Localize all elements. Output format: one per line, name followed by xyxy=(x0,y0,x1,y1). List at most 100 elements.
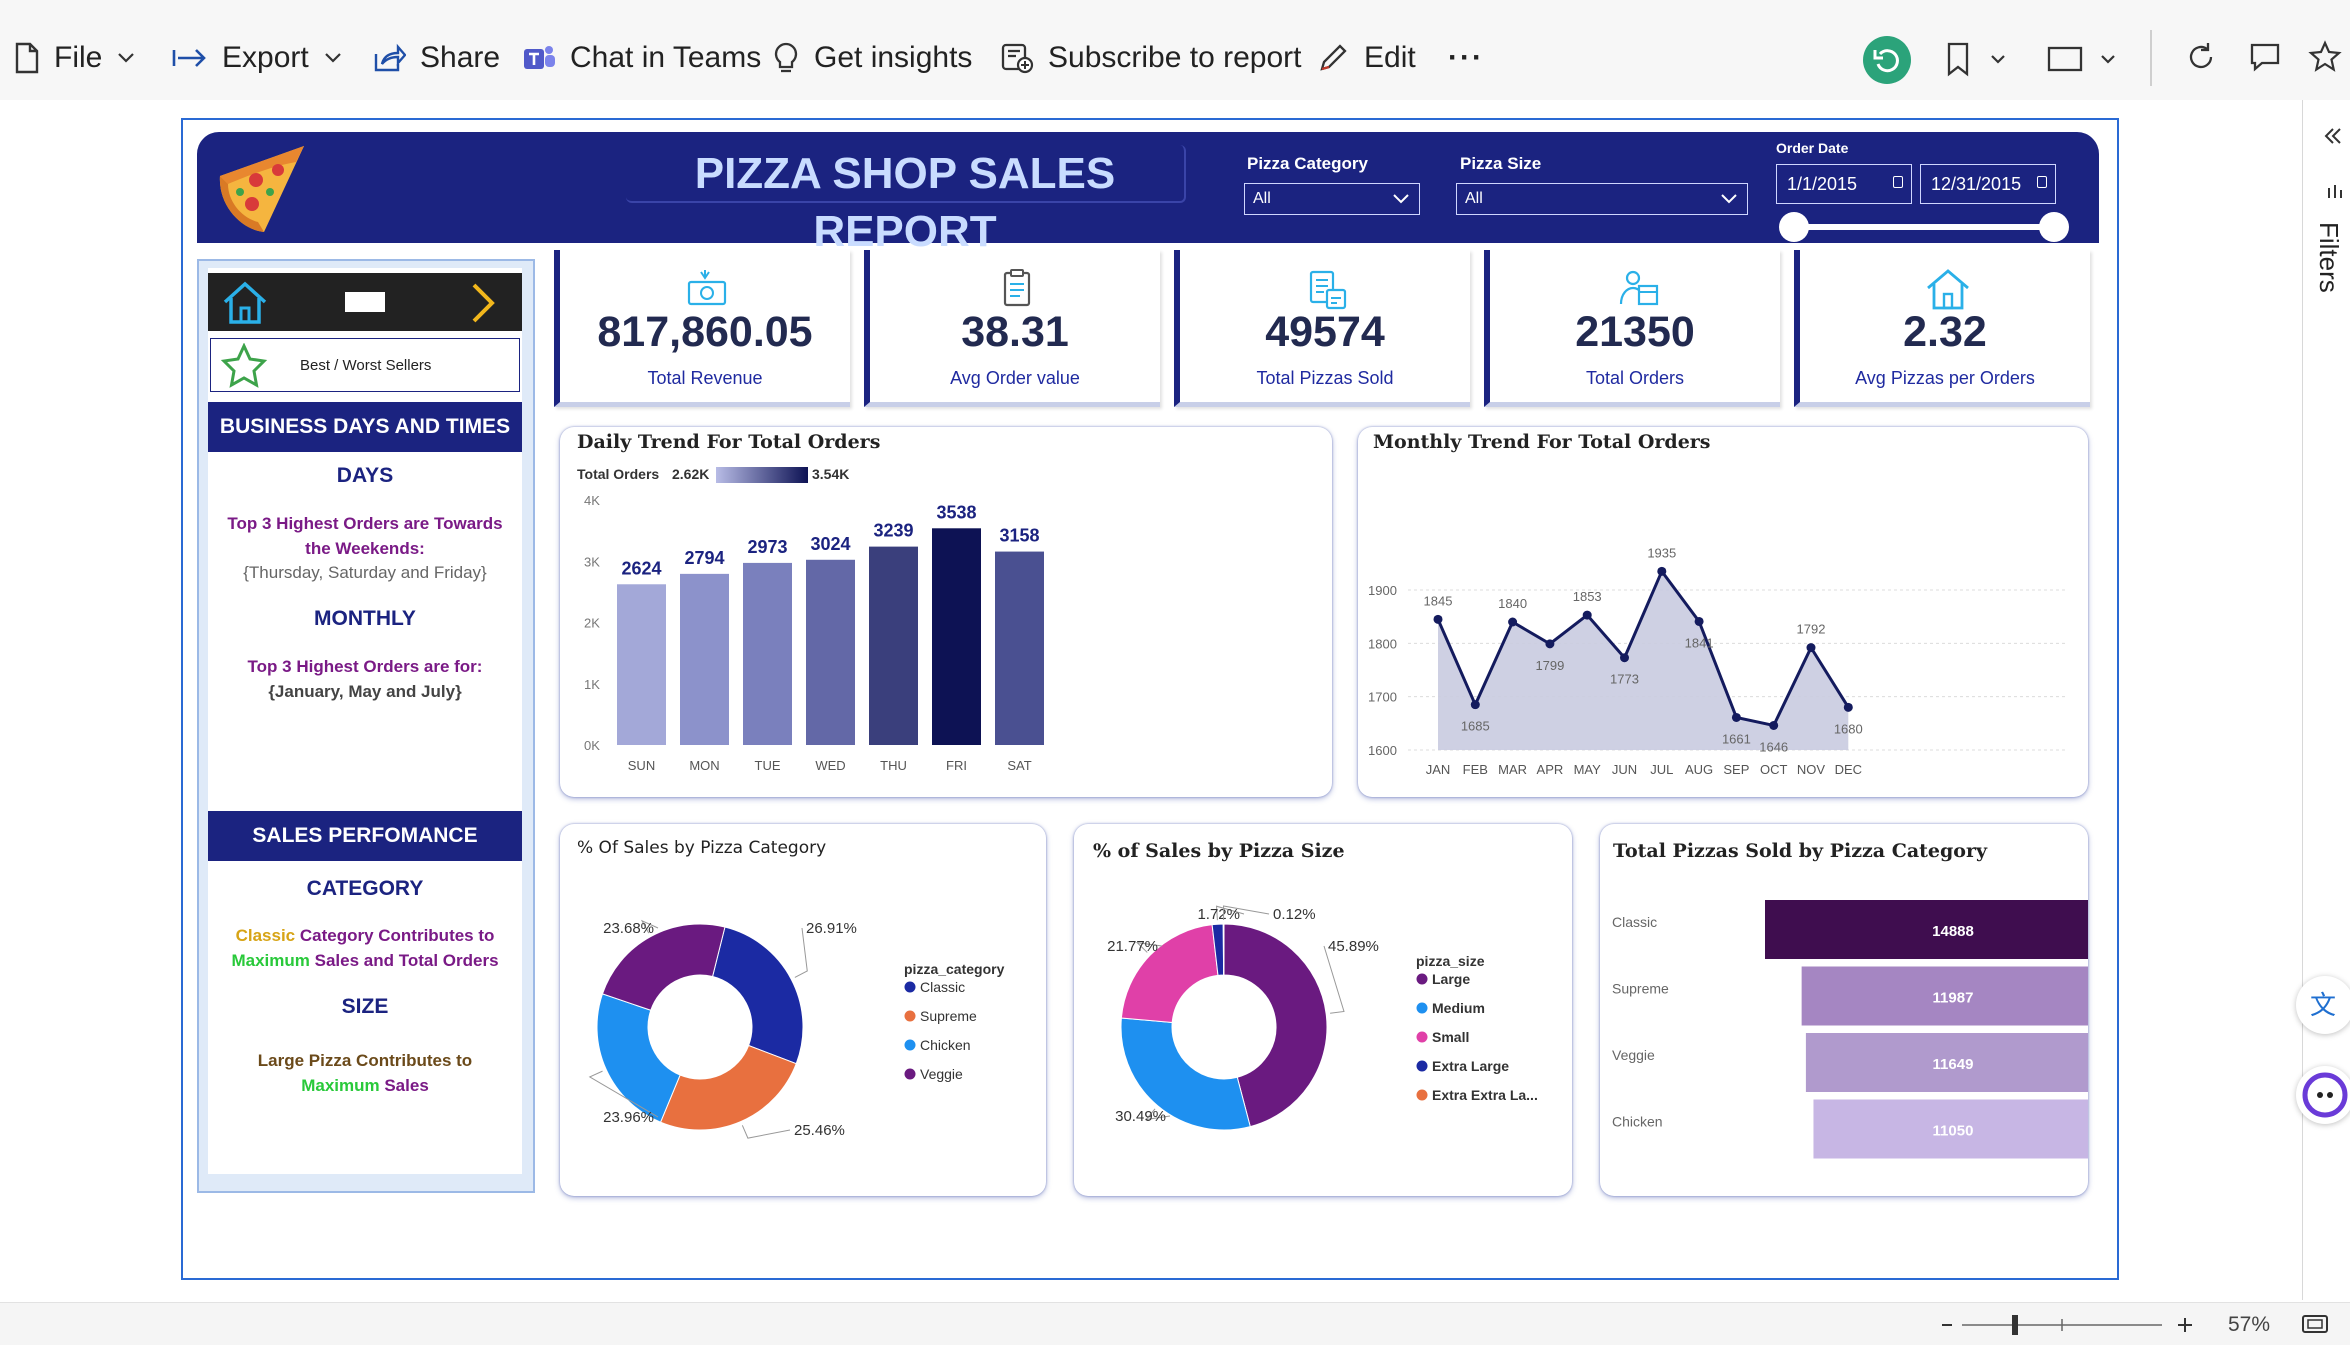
edit-label: Edit xyxy=(1364,41,1416,74)
y-tick-label: 1K xyxy=(584,677,600,692)
data-label: 3538 xyxy=(936,502,976,522)
legend-item: Small xyxy=(1432,1029,1469,1045)
translate-button[interactable]: 文 xyxy=(2296,976,2350,1034)
subscribe-icon xyxy=(1001,43,1034,74)
leader-line xyxy=(741,1125,791,1139)
data-label: 23.96% xyxy=(603,1109,654,1126)
date-end-input[interactable]: 12/31/2015 xyxy=(1920,164,2056,204)
y-tick-label: 3K xyxy=(584,554,600,569)
data-point xyxy=(1806,643,1816,653)
date-start-input[interactable]: 1/1/2015 xyxy=(1776,164,1912,204)
pizza-category-filter-label: Pizza Category xyxy=(1247,154,1368,173)
date-start-value: 1/1/2015 xyxy=(1787,174,1858,194)
chevron-down-icon xyxy=(324,53,341,63)
sales-by-category-donut: 26.91% 25.46% 23.96% 23.68% pizza_category Cl… xyxy=(588,919,1005,1139)
pizza-category-value: All xyxy=(1253,190,1271,207)
comment-button[interactable] xyxy=(2248,40,2282,79)
clipboard-icon xyxy=(1003,269,1031,307)
view-menu[interactable] xyxy=(2046,40,2122,80)
data-label: 1799 xyxy=(1535,658,1564,673)
x-tick-label: MAR xyxy=(1498,762,1527,777)
date-range-slider[interactable] xyxy=(1794,224,2054,230)
pencil-icon xyxy=(1320,44,1347,71)
export-label: Export xyxy=(222,41,309,74)
calendar-icon xyxy=(2037,176,2047,188)
data-label: 26.91% xyxy=(806,920,857,937)
edit-button[interactable]: Edit xyxy=(1316,38,1416,78)
data-label: 21.77% xyxy=(1107,938,1158,955)
file-menu[interactable]: File xyxy=(14,38,150,78)
category-text1: Category Contributes to xyxy=(295,926,495,945)
slider-start-handle[interactable] xyxy=(1779,212,1809,242)
x-tick-label: SEP xyxy=(1723,762,1749,777)
data-label: 1840 xyxy=(1498,596,1527,611)
next-page-icon[interactable] xyxy=(466,280,500,326)
pizza-size-dropdown[interactable]: All xyxy=(1456,183,1748,215)
bar xyxy=(680,573,729,745)
favorite-button[interactable] xyxy=(2308,40,2342,79)
translate-icon: 文 xyxy=(2310,991,2336,1021)
leader-line xyxy=(1323,945,1345,1014)
slider-end-handle[interactable] xyxy=(2039,212,2069,242)
days-insight-line3: {Thursday, Saturday and Friday} xyxy=(243,563,487,582)
x-tick-label: MON xyxy=(689,758,719,773)
star-icon xyxy=(2308,40,2342,72)
data-label: 30.49% xyxy=(1115,1108,1166,1125)
export-menu[interactable]: Export xyxy=(172,38,357,78)
file-label: File xyxy=(54,41,103,74)
pizza-category-dropdown[interactable]: All xyxy=(1244,183,1420,215)
export-icon xyxy=(172,49,206,67)
kpi-card-avg-order-value: 38.31 Avg Order value xyxy=(864,250,1160,407)
delivery-icon xyxy=(1619,270,1659,306)
fit-to-page-icon[interactable] xyxy=(2300,1312,2330,1336)
legend-marker xyxy=(1416,973,1428,985)
data-point xyxy=(1620,653,1629,663)
subscribe-label: Subscribe to report xyxy=(1048,41,1302,74)
subscribe-button[interactable]: Subscribe to report xyxy=(1000,38,1301,78)
get-insights-button[interactable]: Get insights xyxy=(772,38,972,78)
x-tick-label: AUG xyxy=(1685,762,1713,777)
legend-item: Large xyxy=(1432,971,1470,987)
pizza-logo-icon xyxy=(219,146,304,232)
assistant-icon xyxy=(2302,1072,2348,1118)
bar xyxy=(995,551,1044,745)
home-icon xyxy=(1927,269,1969,310)
x-tick-label: SUN xyxy=(628,758,655,773)
kpi-card-avg-pizzas-per-order: 2.32 Avg Pizzas per Orders xyxy=(1794,250,2090,407)
business-days-heading: BUSINESS DAYS AND TIMES xyxy=(208,402,522,452)
kpi-label: Total Pizzas Sold xyxy=(1256,368,1394,388)
legend-marker xyxy=(1416,1060,1428,1072)
share-button[interactable]: Share xyxy=(372,38,500,78)
category-label: Supreme xyxy=(1612,981,1669,997)
more-options-button[interactable]: ··· xyxy=(1448,38,1484,78)
reset-button[interactable] xyxy=(1863,36,1911,84)
category-insight-line2: Maximum Sales and Total Orders xyxy=(208,948,522,973)
monthly-insight-line2: {January, May and July} xyxy=(268,682,462,701)
x-tick-label: TUE xyxy=(755,758,781,773)
y-tick-label: 4K xyxy=(584,493,600,508)
data-point xyxy=(1731,712,1741,722)
refresh-button[interactable] xyxy=(2184,40,2218,79)
bookmark-menu[interactable] xyxy=(1946,40,2012,80)
toolbar: File Export Share Chat in Teams Get insi… xyxy=(0,0,2350,100)
home-nav-icon[interactable] xyxy=(220,280,270,326)
legend-title: Total Orders xyxy=(577,466,659,482)
data-point xyxy=(1433,614,1443,624)
zoom-slider[interactable] xyxy=(1938,1312,2198,1338)
size-insight-line1: Large Pizza Contributes to xyxy=(257,1051,473,1070)
y-tick-label: 1800 xyxy=(1368,636,1397,651)
x-tick-label: SAT xyxy=(1007,758,1031,773)
chat-in-teams-button[interactable]: Chat in Teams xyxy=(522,38,761,78)
order-date-label: Order Date xyxy=(1776,140,1849,156)
data-label: 1935 xyxy=(1647,545,1676,560)
zoom-level: 57% xyxy=(2228,1313,2271,1336)
data-point xyxy=(1470,700,1480,710)
expand-filters-icon[interactable] xyxy=(2320,124,2344,148)
teams-icon xyxy=(524,46,555,69)
data-label: 3024 xyxy=(810,534,850,554)
data-label: 0.12% xyxy=(1273,906,1316,923)
filters-label[interactable]: Filters xyxy=(2313,222,2344,293)
legend-max: 3.54K xyxy=(812,466,849,482)
assistant-button[interactable] xyxy=(2296,1066,2350,1124)
legend-marker xyxy=(904,1039,916,1051)
